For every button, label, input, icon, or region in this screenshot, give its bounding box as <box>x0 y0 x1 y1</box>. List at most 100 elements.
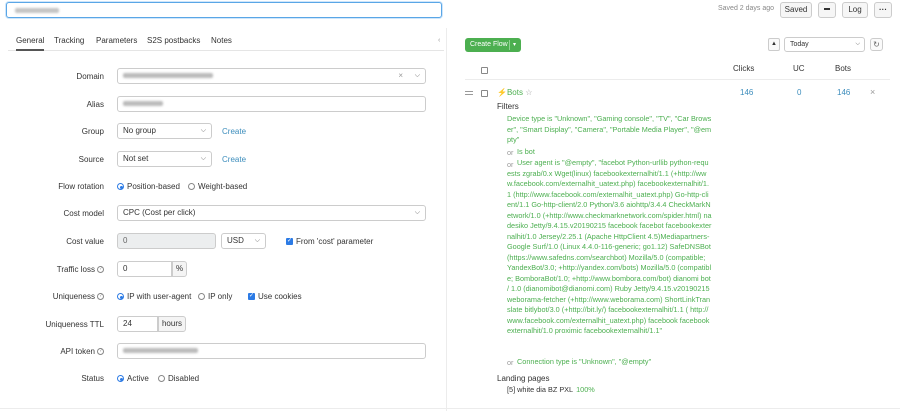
create-source-link[interactable]: Create <box>222 155 246 164</box>
filter-or: or <box>507 358 514 367</box>
group-select[interactable]: No group ⌵ <box>117 123 212 139</box>
star-icon[interactable]: ☆ <box>525 88 532 97</box>
drag-handle-icon[interactable] <box>465 91 473 97</box>
source-value: Not set <box>123 154 149 163</box>
checkbox-checked-icon <box>248 292 255 301</box>
traffic-loss-label: Traffic loss? <box>4 265 104 274</box>
ttl-input[interactable]: 24 <box>117 316 158 332</box>
top-bar: Saved 2 days ago Saved Log ··· <box>0 0 900 22</box>
status-active-radio[interactable]: Active <box>117 374 149 383</box>
currency-value: USD <box>227 236 244 245</box>
percent-addon: % <box>172 261 187 277</box>
col-uc: UC <box>793 64 805 73</box>
refresh-button[interactable]: ↻ <box>870 38 883 51</box>
status-active-text: Active <box>127 374 149 383</box>
redacted-domain <box>123 73 213 79</box>
flow-clicks[interactable]: 146 <box>740 88 753 97</box>
from-cost-param-checkbox[interactable]: From 'cost' parameter <box>286 237 373 246</box>
cost-value-text: 0 <box>123 236 128 245</box>
more-button[interactable]: ··· <box>874 2 892 18</box>
uniqueness-ip-ua-text: IP with user-agent <box>127 292 192 301</box>
help-icon[interactable]: ? <box>97 293 104 301</box>
chevron-down-icon: ⌵ <box>855 41 860 47</box>
clear-icon[interactable]: × <box>398 69 403 83</box>
redacted-alias <box>123 101 163 107</box>
api-token-input[interactable] <box>117 343 426 359</box>
cost-value-input[interactable]: 0 <box>117 233 216 249</box>
filter-connection-type: Connection type is "Unknown", "@empty" <box>517 357 652 366</box>
collapse-panel-icon[interactable]: ‹ <box>438 37 440 44</box>
rotation-weight-radio[interactable]: Weight-based <box>188 182 247 191</box>
delete-flow-icon[interactable]: × <box>870 87 875 97</box>
campaign-name-input[interactable] <box>6 2 442 18</box>
period-value: Today <box>790 41 809 48</box>
use-cookies-text: Use cookies <box>258 292 302 301</box>
traffic-loss-value: 0 <box>123 264 128 273</box>
uniqueness-text: Uniqueness <box>52 292 95 301</box>
select-all-checkbox[interactable] <box>481 66 491 75</box>
saved-timestamp: Saved 2 days ago <box>718 5 775 12</box>
uniqueness-ip-only-radio[interactable]: IP only <box>198 292 232 301</box>
flow-bots[interactable]: 146 <box>837 88 850 97</box>
checkbox-icon <box>481 90 488 98</box>
bottom-divider <box>0 408 900 409</box>
checkbox-icon <box>481 67 488 75</box>
refresh-icon: ↻ <box>873 40 880 49</box>
landing-page-name: [5] white dia BZ PXL <box>507 385 574 394</box>
domain-select[interactable]: × ⌵ <box>117 68 426 84</box>
flow-row-checkbox[interactable] <box>481 89 491 98</box>
use-cookies-checkbox[interactable]: Use cookies <box>248 292 302 301</box>
traffic-loss-input[interactable]: 0 <box>117 261 172 277</box>
period-select[interactable]: Today ⌵ <box>784 37 865 52</box>
chevron-down-icon: ⌵ <box>200 127 206 134</box>
group-label: Group <box>81 127 104 136</box>
tab-tracking[interactable]: Tracking <box>54 36 84 45</box>
chevron-down-icon: ⌵ <box>254 237 260 244</box>
flow-name-link[interactable]: ⚡Bots ☆ <box>497 88 532 97</box>
sort-up-button[interactable]: ▲ <box>768 38 780 51</box>
settings-tabs: General Tracking Parameters S2S postback… <box>8 32 444 51</box>
tab-notes[interactable]: Notes <box>211 36 232 45</box>
currency-select[interactable]: USD ⌵ <box>221 233 266 249</box>
ttl-label: Uniqueness TTL <box>45 320 104 329</box>
filter-user-agent: User agent is "@empty", "facebot Python-… <box>507 158 712 335</box>
col-clicks: Clicks <box>733 64 755 73</box>
cost-model-value: CPC (Cost per click) <box>123 208 196 217</box>
landing-page-item[interactable]: [5] white dia BZ PXL 100% <box>507 385 595 394</box>
landing-pages-title: Landing pages <box>497 374 550 383</box>
cost-model-select[interactable]: CPC (Cost per click) ⌵ <box>117 205 426 221</box>
status-disabled-radio[interactable]: Disabled <box>158 374 199 383</box>
help-icon[interactable]: ? <box>97 266 104 274</box>
redacted-name <box>15 8 59 13</box>
ttl-value: 24 <box>123 319 132 328</box>
create-group-link[interactable]: Create <box>222 127 246 136</box>
chevron-down-icon: ⌵ <box>200 155 206 162</box>
alias-input[interactable] <box>117 96 426 112</box>
log-button[interactable]: Log <box>842 2 868 18</box>
tab-general[interactable]: General <box>16 36 45 51</box>
chevron-down-icon[interactable]: ▾ <box>513 38 516 52</box>
radio-selected-icon <box>117 375 124 383</box>
group-value: No group <box>123 126 156 135</box>
cost-model-label: Cost model <box>63 209 104 218</box>
filter-or: or <box>507 148 514 157</box>
status-disabled-text: Disabled <box>168 374 200 383</box>
chevron-down-icon: ⌵ <box>414 209 420 216</box>
tab-parameters[interactable]: Parameters <box>96 36 137 45</box>
alias-label: Alias <box>86 100 104 109</box>
rotation-position-text: Position-based <box>127 182 180 191</box>
flow-uc[interactable]: 0 <box>797 88 801 97</box>
source-select[interactable]: Not set ⌵ <box>117 151 212 167</box>
help-icon[interactable]: ? <box>97 348 104 356</box>
radio-icon <box>188 183 195 191</box>
minus-icon <box>824 7 830 10</box>
landing-page-share: 100% <box>576 385 595 394</box>
tab-s2s-postbacks[interactable]: S2S postbacks <box>147 36 200 45</box>
caret-up-icon: ▲ <box>771 41 777 47</box>
rotation-position-radio[interactable]: Position-based <box>117 182 180 191</box>
save-button[interactable]: Saved <box>780 2 812 18</box>
minimize-button[interactable] <box>818 2 836 18</box>
flow-rotation-label: Flow rotation <box>58 182 104 191</box>
uniqueness-ip-ua-radio[interactable]: IP with user-agent <box>117 292 191 301</box>
create-flow-button[interactable]: Create Flow ▾ <box>465 38 521 52</box>
